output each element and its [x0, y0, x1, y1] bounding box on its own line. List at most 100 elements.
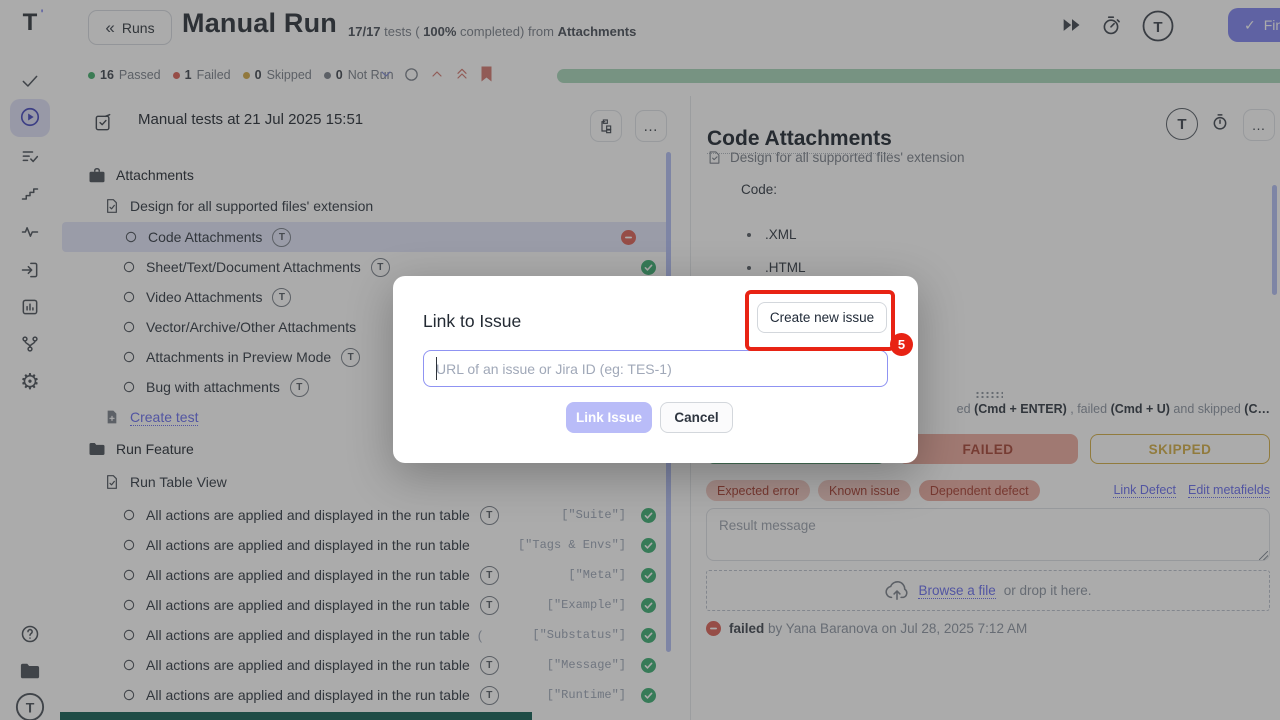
t-badge-icon[interactable]: T — [272, 288, 291, 307]
edit-metafields-link[interactable]: Edit metafields — [1188, 483, 1270, 498]
sidebar-item-runs[interactable] — [0, 102, 60, 132]
testomat-logo-circle-icon[interactable]: T — [1142, 10, 1174, 42]
annotation-step-badge: 5 — [890, 333, 913, 356]
sidebar-item-analytics[interactable] — [0, 292, 60, 322]
issue-url-input[interactable] — [423, 350, 888, 387]
tree-row-label: Bug with attachments — [146, 379, 280, 395]
substatus-badge-known-issue[interactable]: Known issue — [818, 480, 911, 501]
tree-row-label: Run Table View — [130, 474, 227, 490]
run-title[interactable]: Manual tests at 21 Jul 2025 15:51 — [138, 111, 363, 128]
tree-row-test-code-attachments[interactable]: Code AttachmentsT — [62, 222, 670, 252]
back-to-runs-button[interactable]: « Runs — [88, 10, 172, 45]
chart-icon — [20, 297, 40, 317]
substatus-badge-expected-error[interactable]: Expected error — [706, 480, 810, 501]
t-badge-icon[interactable]: T — [290, 378, 309, 397]
t-badge-icon[interactable]: T — [480, 506, 499, 525]
folder-icon — [88, 441, 106, 457]
substatus-badge-dependent-defect[interactable]: Dependent defect — [919, 480, 1040, 501]
app-logo[interactable]: T' — [0, 8, 60, 38]
tree-row-feature-design-for-all-supported-files-extension[interactable]: Design for all supported files' extensio… — [60, 191, 690, 221]
tag-label: ["Tags & Envs"] — [518, 538, 626, 552]
radio-icon — [122, 380, 136, 394]
t-badge-icon[interactable]: T — [480, 566, 499, 585]
chevrons-up-icon[interactable] — [454, 66, 470, 82]
test-t-badge-icon[interactable]: T — [1166, 108, 1198, 140]
t-badge-icon[interactable]: T — [480, 686, 499, 705]
detail-scrollbar[interactable] — [1272, 185, 1277, 295]
folder-open-icon — [19, 661, 41, 681]
t-badge-icon[interactable]: T — [341, 348, 360, 367]
t-badge-icon[interactable]: T — [272, 228, 291, 247]
stopwatch-icon[interactable] — [1210, 111, 1230, 133]
t-badge-icon[interactable]: T — [480, 596, 499, 615]
browse-file-link[interactable]: Browse a file — [918, 583, 995, 599]
check-icon — [20, 71, 40, 91]
sidebar-item-steps[interactable] — [0, 179, 60, 209]
tree-row-label: All actions are applied and displayed in… — [146, 627, 470, 643]
tree-row-test-run-table-tags-envs[interactable]: All actions are applied and displayed in… — [60, 530, 690, 560]
chevron-up-icon[interactable] — [429, 66, 445, 82]
t-badge-icon[interactable]: T — [371, 258, 390, 277]
tag-label: ["Substatus"] — [532, 628, 626, 642]
last-result-status: failed — [729, 621, 764, 636]
sidebar-item-import[interactable] — [0, 255, 60, 285]
result-message-textarea[interactable] — [706, 508, 1270, 561]
sidebar-item-plans[interactable] — [0, 142, 60, 172]
finish-run-label: Finish Run — [1264, 17, 1280, 33]
tree-row-test-run-table-runtime[interactable]: All actions are applied and displayed in… — [60, 680, 690, 710]
sidebar-item-branches[interactable] — [0, 329, 60, 359]
textarea-resize-handle[interactable] — [1259, 551, 1268, 560]
link-issue-button[interactable]: Link Issue — [566, 402, 652, 433]
tree-row-label: Vector/Archive/Other Attachments — [146, 319, 356, 335]
radio-icon — [122, 658, 136, 672]
tree-row-test-run-table-suite[interactable]: All actions are applied and displayed in… — [60, 500, 690, 530]
radio-icon — [122, 290, 136, 304]
passed-check-circle-icon — [641, 598, 656, 613]
chevron-down-icon[interactable] — [378, 66, 394, 82]
code-label: Code: — [741, 182, 777, 197]
timer-icon[interactable] — [1100, 13, 1122, 37]
bookmark-icon[interactable] — [479, 65, 494, 83]
modal-title: Link to Issue — [423, 311, 521, 332]
sidebar-item-help[interactable] — [0, 619, 60, 649]
tree-row-feature-run-table-view[interactable]: Run Table View — [60, 467, 690, 497]
drag-handle-dots-icon[interactable] — [975, 391, 1003, 398]
tree-row-suite-attachments[interactable]: Attachments — [60, 160, 690, 190]
check-icon: ✓ — [1244, 17, 1256, 34]
tag-label: ["Message"] — [547, 658, 626, 672]
status-dot-icon — [243, 72, 250, 79]
tree-menu-button[interactable]: … — [635, 110, 667, 142]
svg-text:T: T — [26, 700, 35, 716]
radio-icon — [122, 350, 136, 364]
tree-row-test-run-table-example[interactable]: All actions are applied and displayed in… — [60, 590, 690, 620]
sidebar-item-ready[interactable] — [0, 66, 60, 96]
circle-icon[interactable] — [403, 66, 420, 83]
partial-bottom-bar — [60, 712, 532, 720]
sidebar-item-settings[interactable]: ⚙ — [0, 367, 60, 397]
detail-menu-button[interactable]: … — [1243, 109, 1275, 141]
failed-minus-circle-icon — [621, 230, 636, 245]
sidebar-item-account[interactable]: T — [0, 692, 60, 720]
tree-view-toggle-button[interactable] — [590, 110, 622, 142]
tree-row-label: Attachments — [116, 167, 194, 183]
t-badge-icon[interactable]: T — [480, 656, 499, 675]
tree-row-test-run-table-substatus[interactable]: All actions are applied and displayed in… — [60, 620, 690, 650]
tree-row-label: Sheet/Text/Document Attachments — [146, 259, 361, 275]
tree-row-test-run-table-message[interactable]: All actions are applied and displayed in… — [60, 650, 690, 680]
status-dot-icon — [324, 72, 331, 79]
finish-run-button[interactable]: ✓ Finish Run — [1228, 8, 1280, 42]
tree-row-label: All actions are applied and displayed in… — [146, 567, 470, 583]
link-defect-link[interactable]: Link Defect — [1113, 483, 1176, 498]
sidebar-item-projects[interactable] — [0, 656, 60, 686]
fast-forward-icon[interactable] — [1062, 17, 1082, 33]
mark-skipped-button[interactable]: SKIPPED — [1090, 434, 1270, 464]
cancel-button[interactable]: Cancel — [660, 402, 733, 433]
tag-label: ["Example"] — [547, 598, 626, 612]
page-title: Manual Run — [182, 8, 337, 39]
file-dropzone[interactable]: Browse a file or drop it here. — [706, 570, 1270, 611]
source-suite-name: Attachments — [558, 24, 637, 39]
mark-failed-button[interactable]: FAILED — [898, 434, 1078, 464]
tree-row-test-run-table-meta[interactable]: All actions are applied and displayed in… — [60, 560, 690, 590]
status-dot-icon — [88, 72, 95, 79]
sidebar-item-pulse[interactable] — [0, 217, 60, 247]
